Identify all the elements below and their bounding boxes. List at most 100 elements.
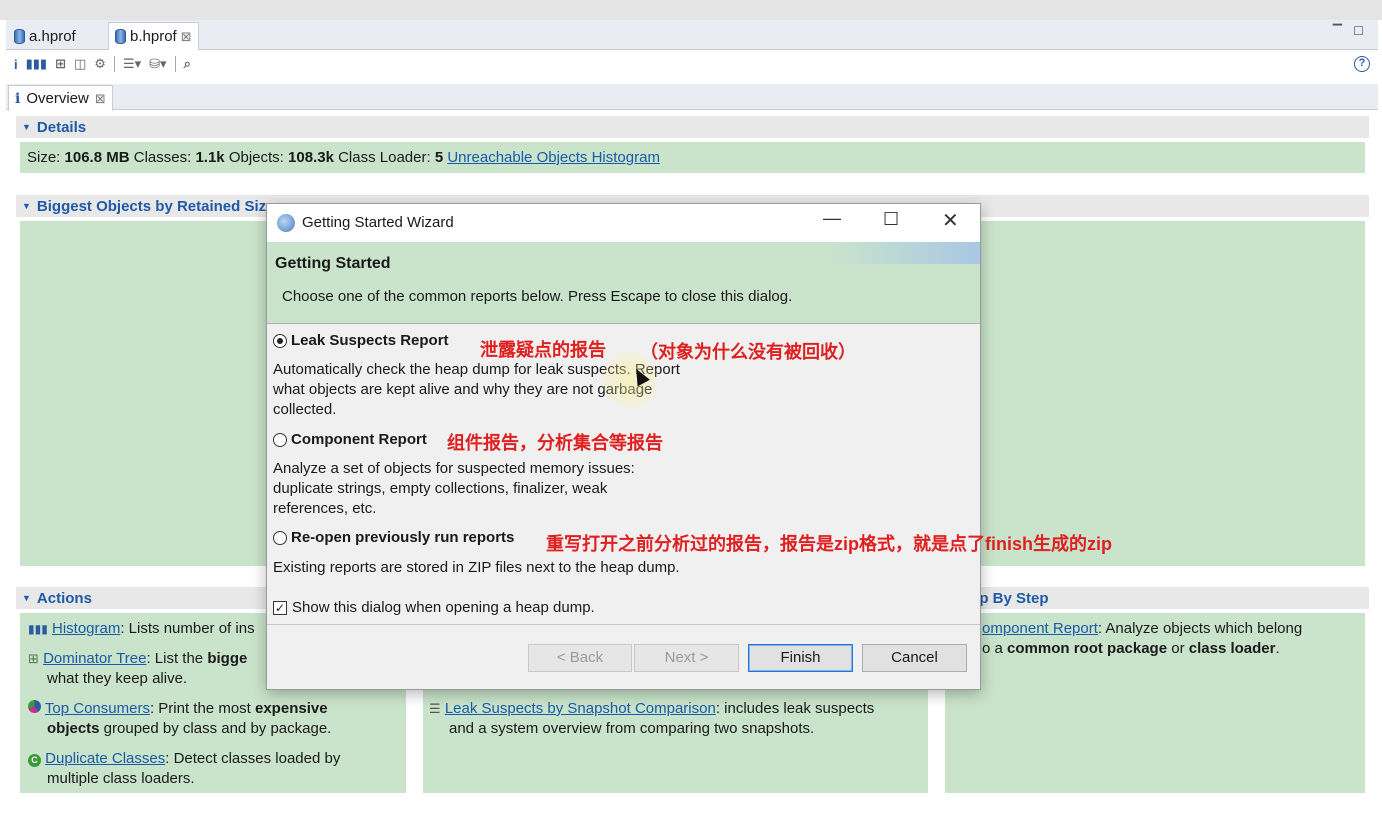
- minimize-icon[interactable]: —: [823, 208, 841, 229]
- toolbar-separator: [174, 56, 176, 72]
- report-leak-suspects-comparison: ☰ Leak Suspects by Snapshot Comparison: …: [429, 699, 874, 739]
- minimize-icon[interactable]: ▔: [1333, 24, 1342, 38]
- dialog-title: Getting Started Wizard: [302, 214, 454, 231]
- tab-label: Overview: [26, 90, 89, 107]
- overview-info-icon[interactable]: i: [14, 57, 18, 72]
- option-component-report-desc: Analyze a set of objects for suspected m…: [273, 459, 635, 519]
- help-icon[interactable]: ?: [1354, 56, 1370, 72]
- top-consumers-desc: : Print the most: [149, 700, 255, 717]
- histogram-icon[interactable]: ▮▮▮: [26, 56, 47, 72]
- unreachable-histogram-link[interactable]: Unreachable Objects Histogram: [447, 149, 660, 166]
- dominator-desc-bold: bigge: [207, 650, 248, 667]
- desc-line: collected.: [273, 401, 337, 418]
- dialog-header: Getting Started Choose one of the common…: [267, 242, 980, 324]
- histogram-icon: ▮▮▮: [28, 622, 48, 636]
- annotation-component-report: 组件报告，分析集合等报告: [447, 433, 663, 453]
- window-top-strip: [0, 0, 1382, 20]
- section-title: Details: [36, 118, 87, 136]
- component-desc-pre: o a: [982, 640, 1008, 657]
- duplicate-classes-desc-line2: multiple class loaders.: [47, 770, 195, 787]
- leak-suspects-comparison-link[interactable]: Leak Suspects by Snapshot Comparison: [445, 700, 716, 717]
- step-component-report: omponent Report: Analyze objects which b…: [982, 619, 1302, 659]
- size-label: Size:: [27, 149, 61, 166]
- top-consumers-link[interactable]: Top Consumers: [45, 700, 150, 717]
- annotation-reopen-reports: 重写打开之前分析过的报告，报告是zip格式，就是点了finish生成的zip: [546, 534, 1112, 554]
- next-button[interactable]: Next >: [634, 644, 739, 672]
- annotation-leak-suspects: 泄露疑点的报告: [480, 340, 606, 360]
- classes-label: Classes:: [133, 149, 192, 166]
- option-label: Re-open previously run reports: [291, 529, 515, 546]
- collapse-triangle-icon: ▼: [22, 593, 31, 603]
- dominator-tree-icon[interactable]: ⊞: [55, 56, 66, 72]
- details-section-header[interactable]: ▼ Details: [16, 116, 1369, 138]
- checkbox-checked[interactable]: ✓: [273, 600, 287, 615]
- dominator-desc: : List the: [146, 650, 208, 667]
- component-desc-bold2: class loader: [1188, 640, 1276, 657]
- objects-label: Objects:: [228, 149, 284, 166]
- duplicate-classes-icon: C: [28, 754, 41, 767]
- action-duplicate-classes: C Duplicate Classes: Detect classes load…: [28, 749, 340, 789]
- dialog-header-subtitle: Choose one of the common reports below. …: [282, 288, 793, 305]
- option-label: Leak Suspects Report: [291, 332, 449, 349]
- dominator-tree-link[interactable]: Dominator Tree: [43, 650, 146, 667]
- heap-dump-icon: [115, 29, 126, 44]
- desc-line: references, etc.: [273, 500, 377, 517]
- tab-a-hprof[interactable]: a.hprof: [8, 22, 82, 50]
- desc-line: Existing reports are stored in ZIP files…: [273, 559, 680, 576]
- class-loader-label: Class Loader:: [338, 149, 431, 166]
- dominator-tree-icon: ⊞: [28, 651, 39, 666]
- threads-icon[interactable]: ⚙: [94, 56, 106, 72]
- tab-b-hprof[interactable]: b.hprof ⊠: [108, 22, 199, 50]
- annotation-why-not-collected: （对象为什么没有被回收）: [640, 342, 856, 362]
- top-consumers-bold: expensive: [255, 700, 328, 717]
- classes-value: 1.1k: [195, 149, 225, 166]
- close-icon[interactable]: ⊠: [181, 29, 192, 45]
- dominator-desc-line2: what they keep alive.: [47, 670, 188, 687]
- option-label: Component Report: [291, 431, 427, 448]
- dialog-title-bar[interactable]: Getting Started Wizard — ☐ ✕: [267, 204, 980, 242]
- component-report-desc: : Analyze objects which belong: [1097, 620, 1303, 637]
- run-report-icon[interactable]: ☰▾: [123, 56, 141, 72]
- header-banner-shine: [830, 242, 980, 264]
- info-icon: i: [15, 90, 21, 107]
- checkbox-label: Show this dialog when opening a heap dum…: [292, 599, 595, 616]
- histogram-link[interactable]: Histogram: [52, 620, 120, 637]
- radio-button-selected[interactable]: [273, 333, 287, 348]
- back-button[interactable]: < Back: [528, 644, 632, 672]
- duplicate-classes-link[interactable]: Duplicate Classes: [45, 750, 165, 767]
- show-dialog-checkbox-row[interactable]: ✓ Show this dialog when opening a heap d…: [273, 599, 595, 616]
- close-icon[interactable]: ⊠: [95, 91, 106, 107]
- view-tab-bar: i Overview ⊠: [6, 84, 1378, 111]
- duplicate-classes-desc: : Detect classes loaded by: [165, 750, 341, 767]
- oql-icon[interactable]: ◫: [74, 56, 86, 72]
- desc-line: what objects are kept alive and why they…: [273, 381, 653, 398]
- query-browser-icon[interactable]: ⛁▾: [149, 56, 166, 72]
- top-consumers-desc-line2: grouped by class and by package.: [99, 720, 332, 737]
- desc-line: duplicate strings, empty collections, fi…: [273, 480, 608, 497]
- top-consumers-bold2: objects: [47, 720, 100, 737]
- radio-button[interactable]: [273, 530, 287, 545]
- component-report-link[interactable]: omponent Report: [982, 620, 1098, 637]
- cancel-button[interactable]: Cancel: [862, 644, 967, 672]
- step-by-step-section-header[interactable]: ep By Step: [941, 587, 1369, 609]
- toolbar: i ▮▮▮ ⊞ ◫ ⚙ ☰▾ ⛁▾ ⌕ ?: [6, 51, 1378, 77]
- collapse-triangle-icon: ▼: [22, 201, 31, 211]
- maximize-icon[interactable]: ☐: [1353, 24, 1364, 38]
- tab-label: b.hprof: [130, 28, 177, 45]
- size-value: 106.8 MB: [64, 149, 130, 166]
- editor-tab-bar: a.hprof b.hprof ⊠ ▔ ☐: [6, 20, 1378, 50]
- maximize-icon[interactable]: ☐: [883, 209, 899, 230]
- component-desc-end: .: [1275, 640, 1280, 657]
- option-reopen-reports[interactable]: Re-open previously run reports: [273, 529, 514, 546]
- option-component-report[interactable]: Component Report: [273, 431, 427, 448]
- histogram-desc: : Lists number of ins: [120, 620, 255, 637]
- radio-button[interactable]: [273, 432, 287, 447]
- component-desc-mid: or: [1167, 640, 1189, 657]
- finish-button[interactable]: Finish: [748, 644, 853, 672]
- option-leak-suspects[interactable]: Leak Suspects Report: [273, 332, 449, 349]
- close-icon[interactable]: ✕: [942, 208, 959, 233]
- heap-dump-icon: [14, 28, 25, 44]
- search-icon[interactable]: ⌕: [184, 56, 191, 72]
- tab-overview[interactable]: i Overview ⊠: [8, 85, 113, 111]
- collapse-triangle-icon: ▼: [22, 122, 31, 132]
